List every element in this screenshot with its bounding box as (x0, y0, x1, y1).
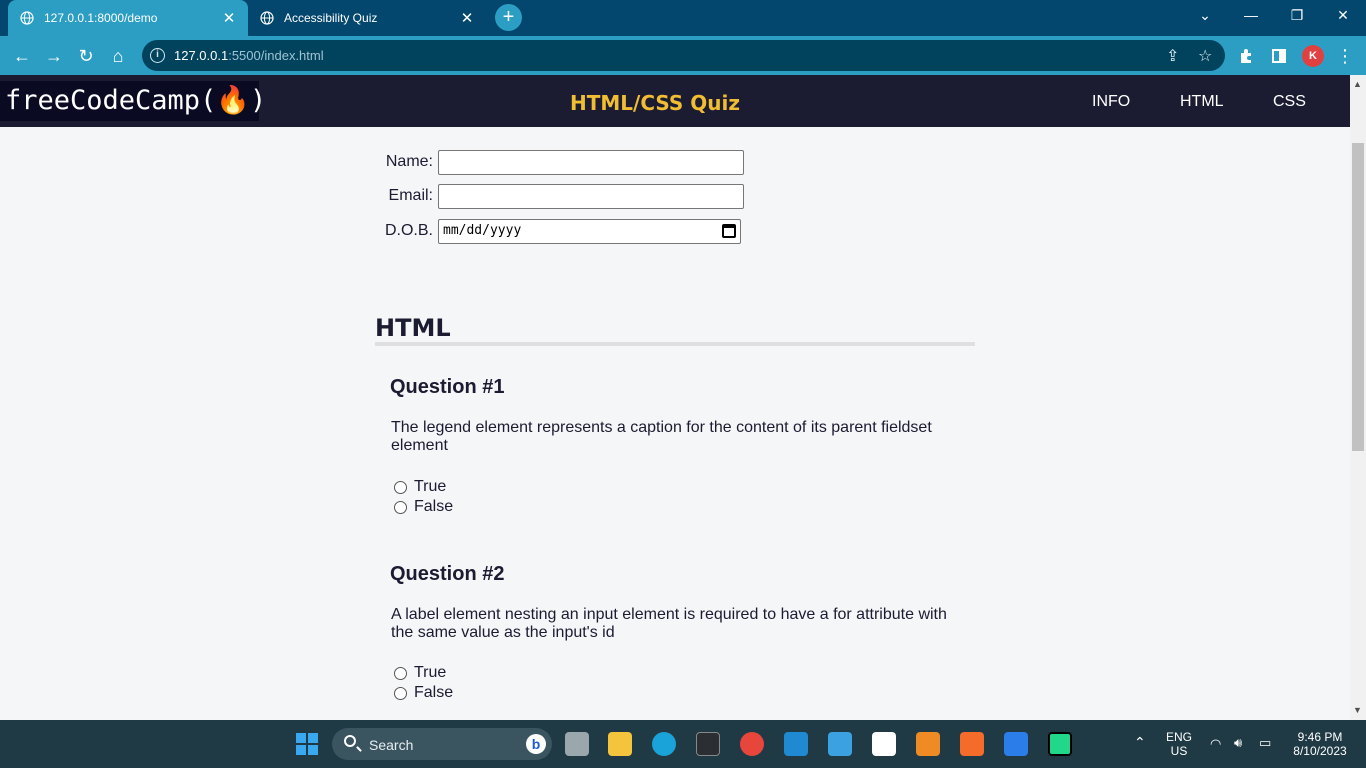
option-label: True (414, 664, 447, 681)
task-view-icon[interactable] (565, 732, 589, 756)
question-1-title: Question #1 (390, 376, 505, 398)
clock-time: 9:46 PM (1297, 730, 1343, 744)
windows-taskbar: Search b ⌃ ENG US ◠ 🔊︎ ▭ 9:46 PM 8/10/20… (0, 720, 1366, 768)
new-tab-button[interactable]: + (495, 4, 522, 31)
sublime-text-icon[interactable] (916, 732, 940, 756)
browser-toolbar: ← → ↻ ⌂ i 127.0.0.1:5500/index.html ⇪ ☆ … (0, 36, 1366, 75)
reload-icon[interactable]: ↻ (75, 45, 97, 67)
clock-date: 8/10/2023 (1293, 744, 1347, 758)
tab-title: 127.0.0.1:8000/demo (44, 11, 158, 25)
email-input[interactable] (438, 183, 744, 209)
option-label: False (414, 684, 454, 701)
language-indicator[interactable]: ENG US (1166, 730, 1192, 758)
taskbar-search-box[interactable]: Search b (332, 728, 552, 760)
browser-tab-strip: 127.0.0.1:8000/demo ✕ Accessibility Quiz… (0, 0, 1366, 36)
home-icon[interactable]: ⌂ (107, 45, 129, 67)
bing-icon[interactable]: b (526, 734, 546, 754)
minimize-button[interactable]: — (1228, 0, 1274, 32)
xampp-icon[interactable] (960, 732, 984, 756)
option-label: True (414, 478, 447, 495)
chrome-icon[interactable] (740, 732, 764, 756)
section-title: HTML (375, 314, 451, 342)
profile-avatar[interactable]: K (1302, 45, 1324, 67)
site-info-icon[interactable]: i (150, 48, 165, 63)
question-2-option-true[interactable]: True (394, 664, 446, 682)
section-divider (375, 342, 975, 346)
radio-button[interactable] (394, 666, 407, 680)
page-title: HTML/CSS Quiz (570, 91, 740, 115)
tab-demo[interactable]: 127.0.0.1:8000/demo ✕ (8, 0, 248, 36)
share-icon[interactable]: ⇪ (1166, 46, 1179, 66)
name-input[interactable] (438, 149, 744, 175)
battery-icon[interactable]: ▭ (1259, 735, 1271, 751)
calendar-icon[interactable] (722, 223, 736, 238)
question-1-option-false[interactable]: False (394, 498, 453, 516)
question-2-option-false[interactable]: False (394, 684, 453, 702)
globe-icon (260, 11, 274, 25)
scroll-up-arrow-icon[interactable]: ▲ (1353, 79, 1362, 89)
search-icon (344, 735, 356, 747)
clock[interactable]: 9:46 PM 8/10/2023 (1290, 730, 1350, 758)
radio-button[interactable] (394, 686, 407, 700)
terminal-icon[interactable] (696, 732, 720, 756)
dob-label: D.O.B. (384, 222, 433, 239)
nav-link-css[interactable]: CSS (1273, 93, 1306, 111)
url-host: 127.0.0.1 (174, 48, 229, 63)
url-text: 127.0.0.1:5500/index.html (174, 48, 324, 63)
show-hidden-icons-chevron-icon[interactable]: ⌃ (1134, 734, 1146, 751)
back-arrow-icon[interactable]: ← (11, 45, 33, 67)
email-row: Email: (380, 183, 744, 209)
language-code: ENG (1166, 730, 1193, 744)
nav-link-html[interactable]: HTML (1180, 93, 1224, 111)
region-code: US (1170, 744, 1188, 758)
scroll-down-arrow-icon[interactable]: ▼ (1353, 705, 1362, 715)
windows-start-icon[interactable] (295, 732, 319, 756)
scrollbar-thumb[interactable] (1352, 143, 1364, 451)
pycharm-icon[interactable] (1048, 732, 1072, 756)
page-scrollbar[interactable]: ▲ ▼ (1350, 75, 1366, 720)
globe-icon (20, 11, 34, 25)
dob-row: D.O.B. mm/dd/yyyy (380, 218, 741, 244)
wifi-icon[interactable]: ◠ (1210, 736, 1221, 752)
bookmark-star-icon[interactable]: ☆ (1198, 46, 1212, 66)
option-label: False (414, 498, 454, 515)
nav-link-info[interactable]: INFO (1092, 93, 1130, 111)
name-label: Name: (385, 153, 433, 170)
extensions-puzzle-icon[interactable] (1236, 45, 1258, 67)
tab-search-chevron-icon[interactable]: ⌄ (1182, 0, 1228, 32)
dob-date-input[interactable]: mm/dd/yyyy (438, 218, 741, 244)
tab-close-icon[interactable]: ✕ (456, 9, 478, 27)
close-window-button[interactable]: ✕ (1320, 0, 1366, 32)
document-icon[interactable] (1004, 732, 1028, 756)
browser-menu-icon[interactable]: ⋮ (1334, 45, 1356, 67)
dob-placeholder: mm/dd/yyyy (443, 222, 522, 238)
tab-title: Accessibility Quiz (284, 11, 378, 25)
side-panel-icon[interactable] (1268, 45, 1290, 67)
name-row: Name: (380, 149, 744, 175)
edge-browser-icon[interactable] (652, 732, 676, 756)
address-bar[interactable]: i 127.0.0.1:5500/index.html ⇪ ☆ (142, 40, 1225, 71)
file-explorer-icon[interactable] (608, 732, 632, 756)
notepad-icon[interactable] (828, 732, 852, 756)
question-1-option-true[interactable]: True (394, 478, 446, 496)
search-placeholder: Search (369, 737, 414, 753)
email-label: Email: (388, 187, 433, 204)
radio-button[interactable] (394, 500, 407, 514)
url-path: :5500/index.html (228, 48, 324, 63)
vscode-icon[interactable] (784, 732, 808, 756)
page-header: freeCodeCamp(🔥) HTML/CSS Quiz INFO HTML … (0, 75, 1350, 127)
volume-icon[interactable]: 🔊︎ (1234, 735, 1242, 751)
freecodecamp-logo[interactable]: freeCodeCamp(🔥) (0, 81, 266, 121)
tab-accessibility-quiz[interactable]: Accessibility Quiz ✕ (248, 0, 486, 36)
tab-close-icon[interactable]: ✕ (218, 9, 240, 27)
notion-icon[interactable] (872, 732, 896, 756)
forward-arrow-icon[interactable]: → (43, 45, 65, 67)
question-1-text: The legend element represents a caption … (391, 419, 932, 454)
restore-button[interactable]: ❐ (1274, 0, 1320, 32)
question-2-title: Question #2 (390, 563, 505, 585)
question-2-text: A label element nesting an input element… (391, 606, 947, 641)
radio-button[interactable] (394, 480, 407, 494)
